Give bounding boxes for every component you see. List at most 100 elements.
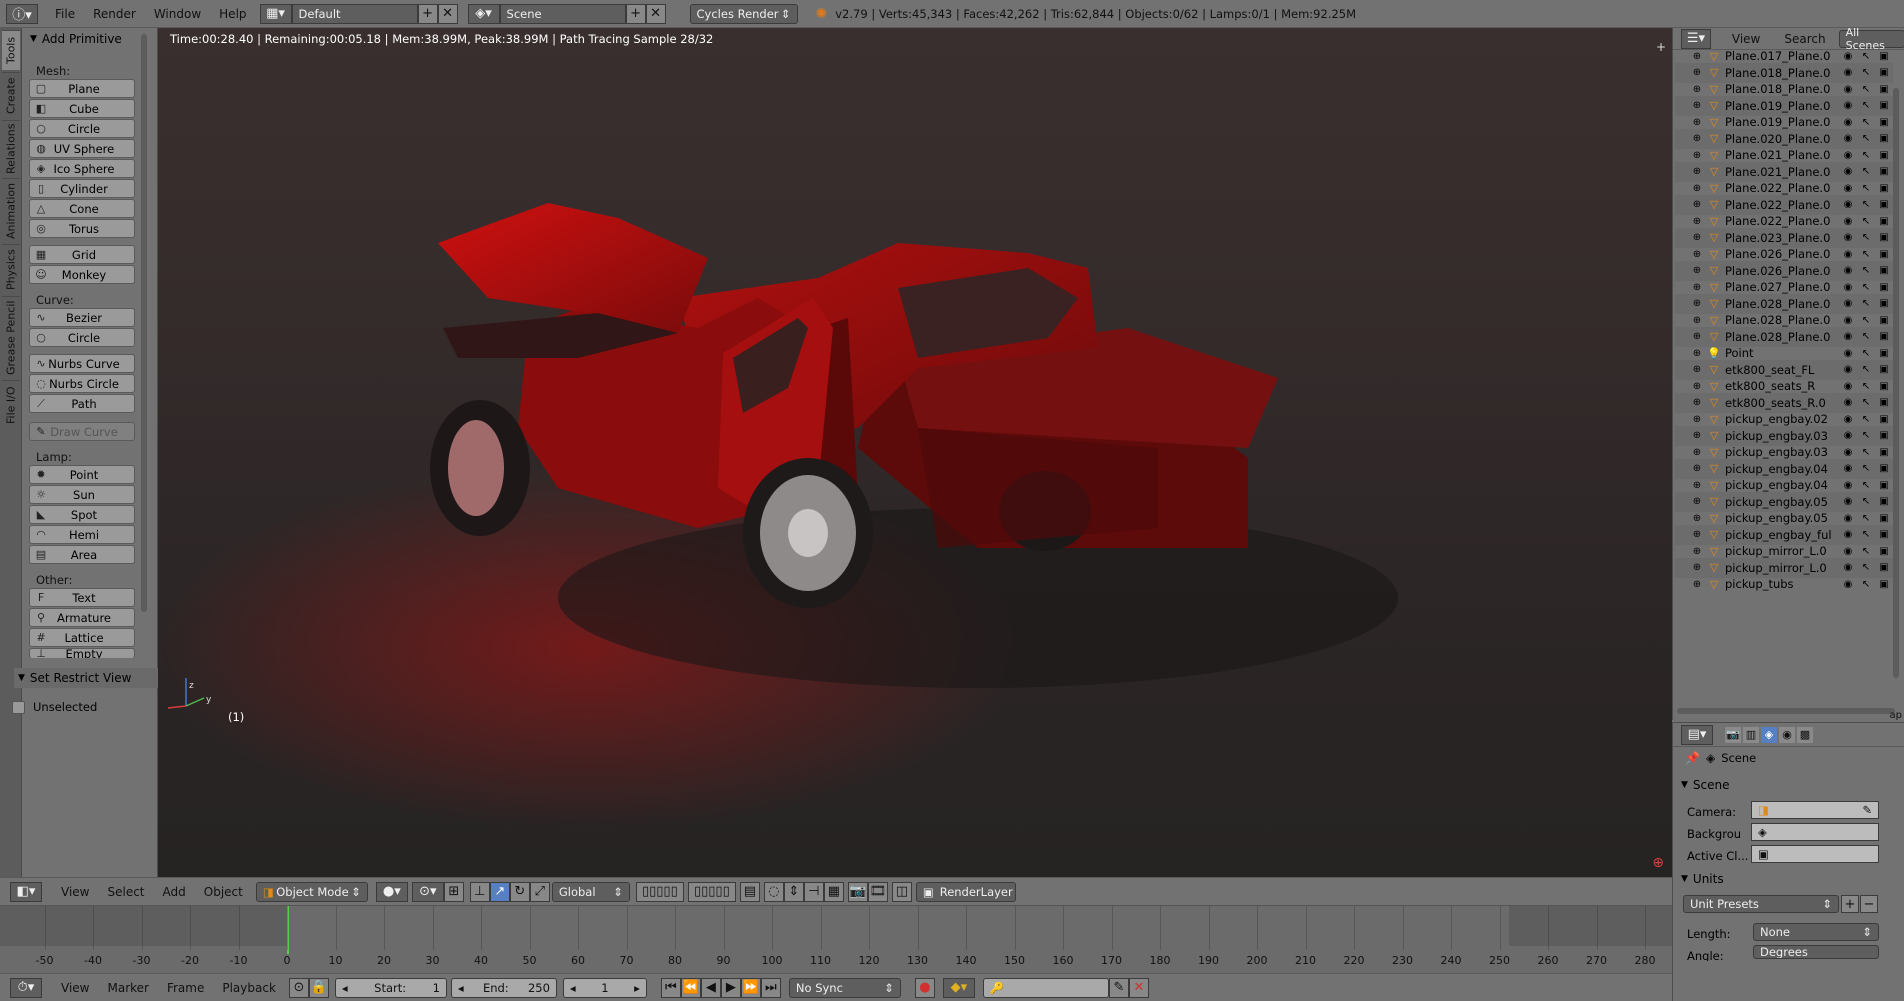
render-camera-icon[interactable]: ▣ (1877, 430, 1891, 441)
visibility-eye-icon[interactable]: ◉ (1841, 84, 1855, 95)
expand-icon[interactable]: ⊕ (1689, 282, 1705, 293)
tab-physics[interactable]: Physics (2, 244, 20, 294)
texture-tab-icon[interactable]: ▩ (1797, 726, 1813, 743)
layout-icon[interactable]: ▦▾ (259, 3, 292, 24)
visibility-eye-icon[interactable]: ◉ (1841, 199, 1855, 210)
add-cone-button[interactable]: △ Cone (29, 199, 135, 218)
render-camera-icon[interactable]: ▣ (1877, 463, 1891, 474)
expand-icon[interactable]: ⊕ (1689, 199, 1705, 210)
select-arrow-icon[interactable]: ↖ (1859, 463, 1873, 474)
render-camera-icon[interactable]: ▣ (1877, 513, 1891, 524)
render-camera-icon[interactable]: ▣ (1877, 216, 1891, 227)
expand-icon[interactable]: ⊕ (1689, 364, 1705, 375)
add-hemi-lamp-button[interactable]: ◠ Hemi (29, 525, 135, 544)
render-engine-dropdown[interactable]: Cycles Render ⇕ (689, 3, 798, 24)
select-arrow-icon[interactable]: ↖ (1859, 546, 1873, 557)
preview-range-icon[interactable]: ⊙ (288, 977, 309, 998)
units-panel-header[interactable]: ▼ Units (1681, 869, 1891, 889)
camera-field[interactable]: ◨ ✎ (1751, 801, 1879, 819)
tab-create[interactable]: Create (2, 72, 20, 118)
delete-keyframe-icon[interactable]: ✕ (1128, 977, 1149, 998)
world-tab-icon[interactable]: ◉ (1779, 726, 1795, 743)
expand-icon[interactable]: ⊕ (1689, 579, 1705, 590)
pivot-icon[interactable]: ⊙▾ (411, 881, 444, 902)
select-arrow-icon[interactable]: ↖ (1859, 348, 1873, 359)
expand-icon[interactable]: ⊕ (1689, 315, 1705, 326)
select-arrow-icon[interactable]: ↖ (1859, 117, 1873, 128)
visibility-eye-icon[interactable]: ◉ (1841, 265, 1855, 276)
select-arrow-icon[interactable]: ↖ (1859, 282, 1873, 293)
visibility-eye-icon[interactable]: ◉ (1841, 480, 1855, 491)
insert-keyframe-icon[interactable]: ✎ (1108, 977, 1129, 998)
visibility-eye-icon[interactable]: ◉ (1841, 414, 1855, 425)
render-camera-icon[interactable]: ▣ (1877, 298, 1891, 309)
outliner-search-menu[interactable]: Search (1775, 32, 1834, 46)
properties-editor-icon[interactable]: ▤▾ (1681, 724, 1713, 745)
visibility-eye-icon[interactable]: ◉ (1841, 282, 1855, 293)
add-circle-button[interactable]: ○ Circle (29, 119, 135, 138)
visibility-eye-icon[interactable]: ◉ (1841, 216, 1855, 227)
layers-grid-2[interactable]: ▯▯▯▯▯ (687, 881, 736, 902)
select-arrow-icon[interactable]: ↖ (1859, 150, 1873, 161)
jump-end-icon[interactable]: ⏭ (760, 977, 781, 998)
play-icon[interactable]: ▶ (720, 977, 741, 998)
menu-help[interactable]: Help (210, 7, 255, 21)
remove-preset-icon[interactable]: − (1860, 895, 1878, 913)
prev-keyframe-icon[interactable]: ⏪ (680, 977, 701, 998)
render-camera-icon[interactable]: ▣ (1877, 282, 1891, 293)
visibility-eye-icon[interactable]: ◉ (1841, 67, 1855, 78)
select-arrow-icon[interactable]: ↖ (1859, 430, 1873, 441)
select-arrow-icon[interactable]: ↖ (1859, 579, 1873, 590)
unit-presets-dropdown[interactable]: Unit Presets ⇕ (1683, 895, 1839, 913)
tab-relations[interactable]: Relations (2, 120, 20, 176)
layer-lock-icon[interactable]: ▤ (739, 881, 760, 902)
expand-icon[interactable]: ⊕ (1689, 562, 1705, 573)
render-camera-icon[interactable]: ▣ (1877, 546, 1891, 557)
lock-range-icon[interactable]: 🔒 (308, 977, 329, 998)
expand-icon[interactable]: ⊕ (1689, 265, 1705, 276)
expand-icon[interactable]: ⊕ (1689, 67, 1705, 78)
expand-icon[interactable]: ⊕ (1689, 414, 1705, 425)
background-scene-field[interactable]: ◈ (1751, 823, 1879, 841)
render-camera-icon[interactable]: ▣ (1877, 51, 1891, 62)
render-tab-icon[interactable]: 📷 (1725, 726, 1741, 743)
3d-viewport[interactable]: Time:00:28.40 | Remaining:00:05.18 | Mem… (158, 28, 1672, 877)
select-arrow-icon[interactable]: ↖ (1859, 331, 1873, 342)
viewport-select-menu[interactable]: Select (98, 885, 153, 899)
rotate-icon[interactable]: ↻ (509, 881, 530, 902)
render-camera-icon[interactable]: ▣ (1877, 447, 1891, 458)
current-frame-field[interactable]: ◂ 1 ▸ (562, 977, 647, 998)
render-camera-icon[interactable]: ▣ (1877, 133, 1891, 144)
select-arrow-icon[interactable]: ↖ (1859, 397, 1873, 408)
render-camera-icon[interactable]: ▣ (1877, 414, 1891, 425)
timeline-playback-menu[interactable]: Playback (213, 981, 285, 995)
expand-icon[interactable]: ⊕ (1689, 463, 1705, 474)
visibility-eye-icon[interactable]: ◉ (1841, 579, 1855, 590)
visibility-eye-icon[interactable]: ◉ (1841, 133, 1855, 144)
outliner-editor-icon[interactable]: ☰▾ (1681, 28, 1711, 49)
unselected-checkbox[interactable] (12, 700, 25, 714)
scene-tab-icon[interactable]: ◈ (1761, 726, 1777, 743)
add-scene-icon[interactable]: + (625, 3, 646, 24)
expand-icon[interactable]: ⊕ (1689, 166, 1705, 177)
visibility-eye-icon[interactable]: ◉ (1841, 117, 1855, 128)
render-camera-icon[interactable]: ▣ (1877, 496, 1891, 507)
manipulator-icon[interactable]: ⊞ (443, 881, 464, 902)
visibility-eye-icon[interactable]: ◉ (1841, 232, 1855, 243)
add-text-button[interactable]: F Text (29, 588, 135, 607)
add-ico-sphere-button[interactable]: ◈ Ico Sphere (29, 159, 135, 178)
select-arrow-icon[interactable]: ↖ (1859, 51, 1873, 62)
tab-grease-pencil[interactable]: Grease Pencil (2, 296, 20, 378)
select-arrow-icon[interactable]: ↖ (1859, 364, 1873, 375)
add-grid-button[interactable]: ▦ Grid (29, 245, 135, 264)
add-bezier-button[interactable]: ∿ Bezier (29, 308, 135, 327)
tab-animation[interactable]: Animation (2, 178, 20, 242)
visibility-eye-icon[interactable]: ◉ (1841, 381, 1855, 392)
snap-element-icon[interactable]: ⊣ (803, 881, 824, 902)
select-arrow-icon[interactable]: ↖ (1859, 529, 1873, 540)
add-plane-button[interactable]: ▢ Plane (29, 79, 135, 98)
expand-icon[interactable]: ⊕ (1689, 348, 1705, 359)
select-arrow-icon[interactable]: ↖ (1859, 381, 1873, 392)
opengl-animation-icon[interactable]: 🎞 (867, 881, 888, 902)
render-camera-icon[interactable]: ▣ (1877, 315, 1891, 326)
